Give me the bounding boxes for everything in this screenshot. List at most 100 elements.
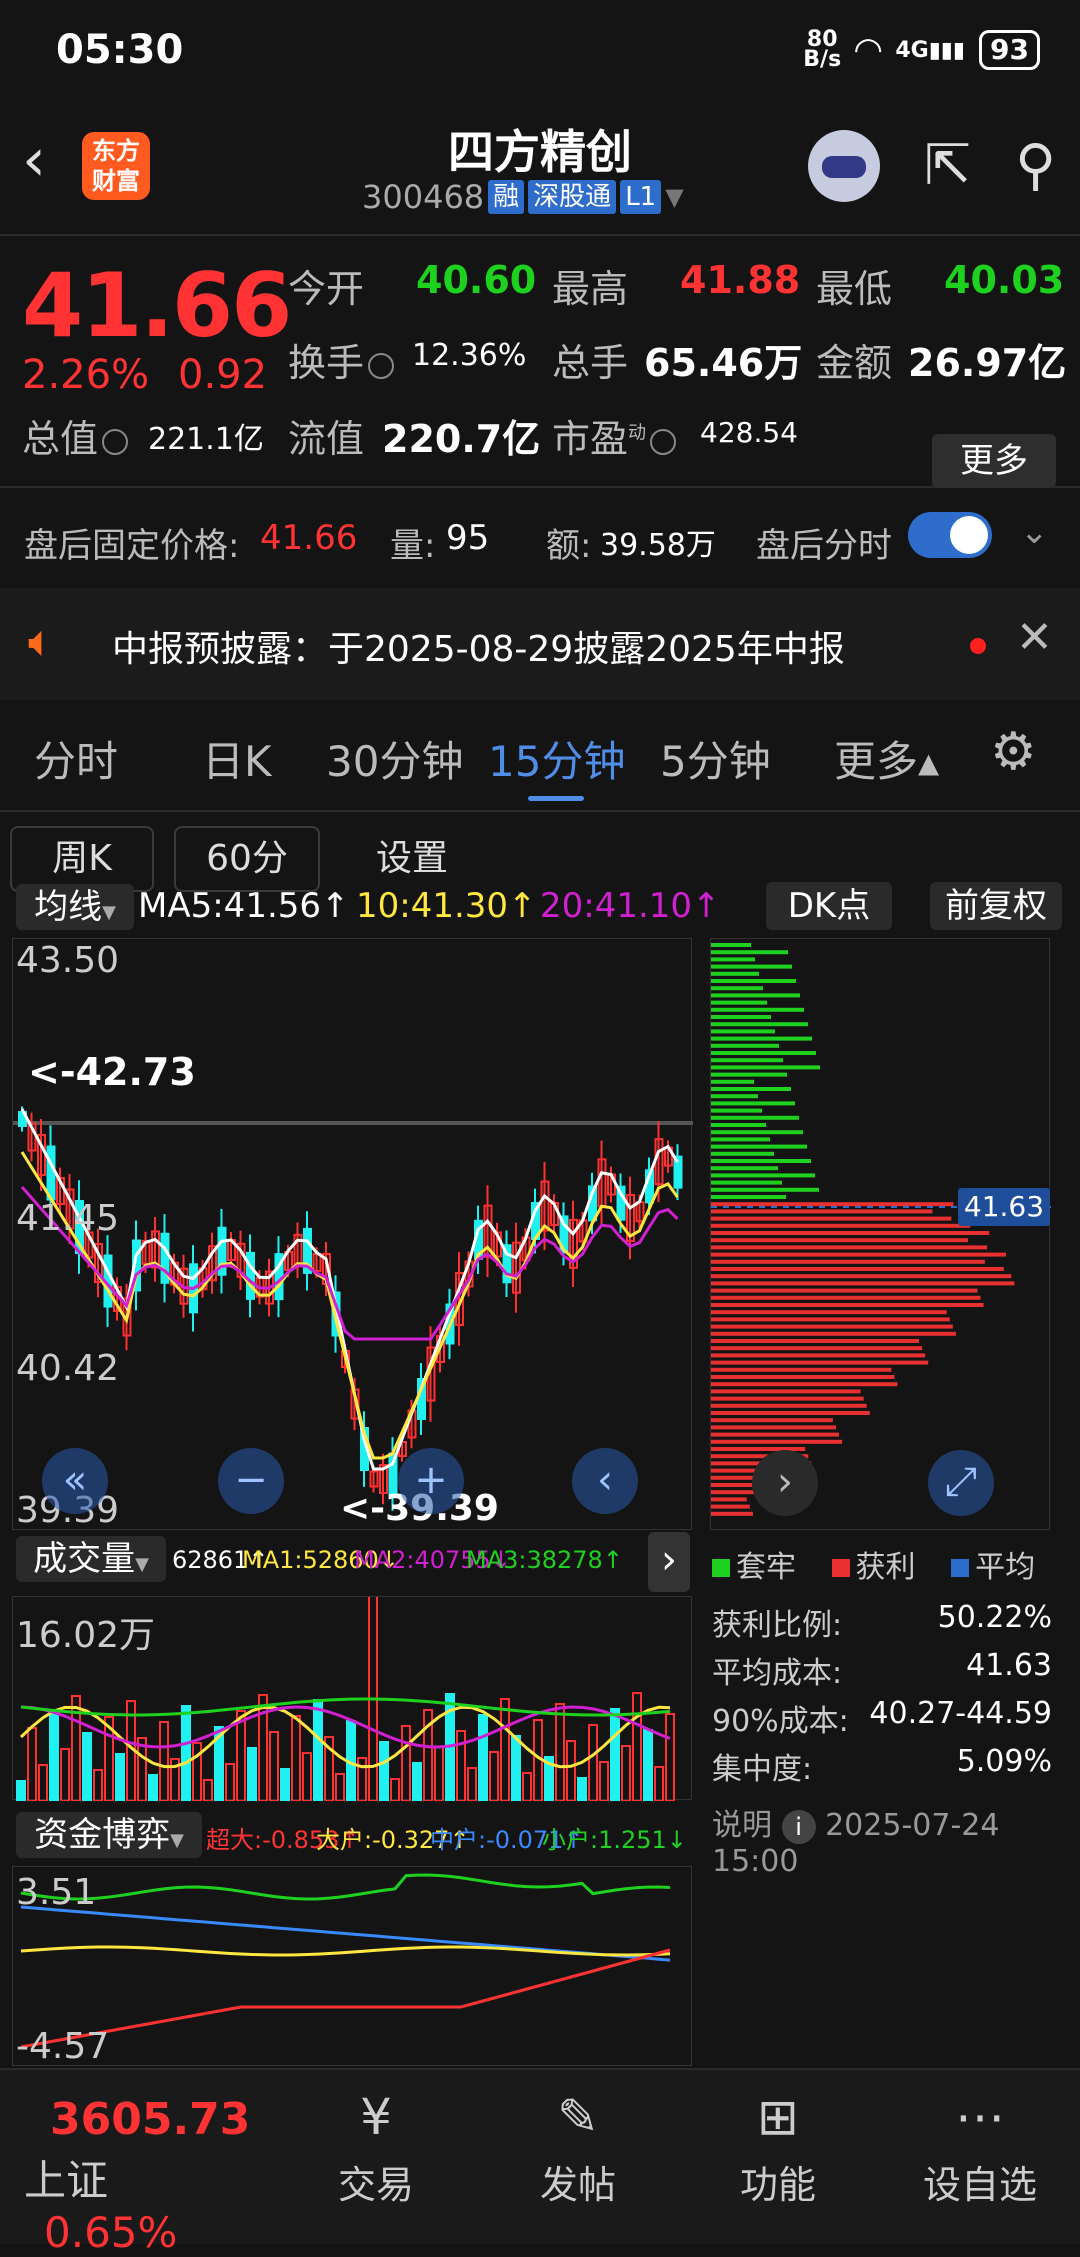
- adjust-price-button[interactable]: 前复权: [930, 882, 1062, 930]
- fund-indicator-select[interactable]: 资金博弈▼: [16, 1812, 202, 1858]
- more-dots-icon[interactable]: [368, 352, 395, 379]
- nav-trade[interactable]: ¥ 交易: [306, 2080, 446, 2209]
- scroll-left-icon[interactable]: ‹: [572, 1448, 638, 1514]
- scroll-left-fast-icon[interactable]: «: [42, 1448, 108, 1514]
- volume-label: 总手: [552, 341, 629, 385]
- tab-daily-k[interactable]: 日K: [202, 728, 272, 789]
- volume-ma3: MA3:38278↑: [466, 1546, 623, 1574]
- stat-value: 5.09%: [956, 1744, 1052, 1779]
- kline-y-label-3: 40.42: [16, 1348, 120, 1389]
- volume-indicator-select[interactable]: 成交量▼: [16, 1536, 166, 1582]
- nav-functions-label: 功能: [739, 2163, 816, 2207]
- chip-bar: [711, 1310, 947, 1315]
- after-hours-toggle[interactable]: [908, 512, 992, 558]
- volume-bar: [522, 1772, 532, 1802]
- chip-bar: [711, 1382, 898, 1387]
- chip-bar: [711, 1058, 783, 1063]
- more-button[interactable]: 更多: [932, 434, 1056, 488]
- chip-bar: [711, 1000, 767, 1005]
- fund-super-line: [20, 1948, 671, 2049]
- assistant-robot-icon[interactable]: [808, 130, 881, 202]
- volume-bar: [643, 1729, 653, 1802]
- caret-icon: ▼: [102, 902, 116, 923]
- chip-bar: [711, 971, 759, 976]
- chip-bar: [711, 1043, 779, 1048]
- chevron-right-icon[interactable]: ›: [648, 1532, 690, 1592]
- more-dots-icon[interactable]: [650, 428, 677, 455]
- volume-bar: [280, 1768, 290, 1802]
- nav-watchlist[interactable]: ⋯ 设自选: [910, 2080, 1050, 2209]
- chip-bar: [711, 1245, 988, 1250]
- volume-bar: [93, 1769, 103, 1802]
- tab-60min[interactable]: 60分: [174, 826, 320, 892]
- volume-bar: [665, 1713, 675, 1802]
- volume-bar: [500, 1698, 510, 1802]
- chip-bar: [711, 1223, 971, 1228]
- chevron-down-icon[interactable]: ⌄: [1020, 512, 1049, 552]
- tab-intraday[interactable]: 分时: [34, 728, 118, 789]
- chip-bar: [711, 957, 755, 962]
- tab-5min[interactable]: 5分钟: [660, 728, 771, 789]
- expand-icon[interactable]: ⤢: [928, 1450, 994, 1516]
- gear-icon[interactable]: ⚙: [990, 722, 1037, 782]
- ma-indicator-select[interactable]: 均线▼: [16, 884, 134, 930]
- tab-weekly-k[interactable]: 周K: [10, 826, 154, 892]
- nav-functions[interactable]: ⊞ 功能: [708, 2080, 848, 2209]
- volume-bar: [181, 1705, 191, 1802]
- fund-chart[interactable]: [12, 1866, 692, 2066]
- stat-label: 获利比例:: [712, 1608, 843, 1643]
- change-amount: 0.92: [178, 352, 268, 398]
- ma5-value: MA5:41.56↑: [138, 886, 350, 926]
- volume-bar: [236, 1710, 246, 1802]
- stat-label: 集中度:: [712, 1752, 813, 1787]
- dk-point-button[interactable]: DK点: [766, 882, 892, 930]
- after-hours-chart-label: 盘后分时: [756, 526, 892, 566]
- candle-body: [46, 1145, 56, 1201]
- tag-margin: 融: [488, 180, 525, 214]
- nav-post[interactable]: ✎ 发帖: [508, 2080, 648, 2209]
- volume-bar: [379, 1741, 389, 1802]
- chip-bar: [711, 1231, 990, 1235]
- close-icon[interactable]: ✕: [1016, 612, 1053, 663]
- volume-bar: [82, 1732, 92, 1802]
- chip-bar: [711, 1072, 787, 1077]
- chip-bar: [711, 1094, 758, 1099]
- caret-icon: ▼: [170, 1830, 184, 1851]
- stock-code: 300468: [362, 178, 485, 216]
- volume-bar: [654, 1766, 664, 1802]
- tab-more[interactable]: 更多▴: [834, 728, 939, 789]
- pe-value: 428.54: [700, 416, 798, 449]
- chip-bar: [711, 964, 792, 969]
- chip-bar: [711, 1324, 953, 1329]
- net-speed: 80 B/s: [803, 27, 842, 72]
- notice-text: 中报预披露：于2025-08-29披露2025年中报: [112, 629, 845, 670]
- more-dots-icon[interactable]: [102, 428, 129, 455]
- chip-bar: [711, 1403, 867, 1408]
- chip-bar: [711, 1144, 807, 1149]
- after-hours-price: 41.66: [260, 518, 358, 558]
- search-icon[interactable]: ⚲: [1015, 138, 1056, 194]
- chip-bar: [711, 1036, 812, 1041]
- legend-swatch-trapped: [712, 1559, 730, 1577]
- open-label: 今开: [288, 267, 365, 311]
- last-price: 41.66: [22, 254, 292, 357]
- index-widget[interactable]: 3605.73 上证 0.65%: [24, 2094, 274, 2257]
- chip-bar: [711, 1022, 808, 1027]
- stat-90-cost: 90%成本: 40.27-44.59: [712, 1696, 1052, 1740]
- chip-bar: [711, 1259, 985, 1264]
- chip-bar: [711, 986, 763, 991]
- tab-30min[interactable]: 30分钟: [326, 728, 463, 789]
- chip-note[interactable]: 说明 i 2025-07-24 15:00: [712, 1800, 1080, 1879]
- settings-link[interactable]: 设置: [352, 826, 472, 892]
- notice-bar[interactable]: 🔈︎ 中报预披露：于2025-08-29披露2025年中报 ✕: [0, 588, 1080, 700]
- tab-15min[interactable]: 15分钟: [488, 728, 625, 789]
- chip-bar: [711, 1051, 816, 1055]
- zoom-in-icon[interactable]: +: [398, 1448, 464, 1514]
- chip-bar: [711, 1151, 774, 1156]
- chip-bar: [711, 1087, 791, 1091]
- stock-code-row[interactable]: 300468 融 深股通 L1 ▼: [362, 178, 684, 216]
- mcap-value: 221.1亿: [148, 422, 264, 457]
- chevron-right-icon[interactable]: ›: [752, 1450, 818, 1516]
- zoom-out-icon[interactable]: −: [218, 1448, 284, 1514]
- share-icon[interactable]: ⇱: [924, 138, 971, 194]
